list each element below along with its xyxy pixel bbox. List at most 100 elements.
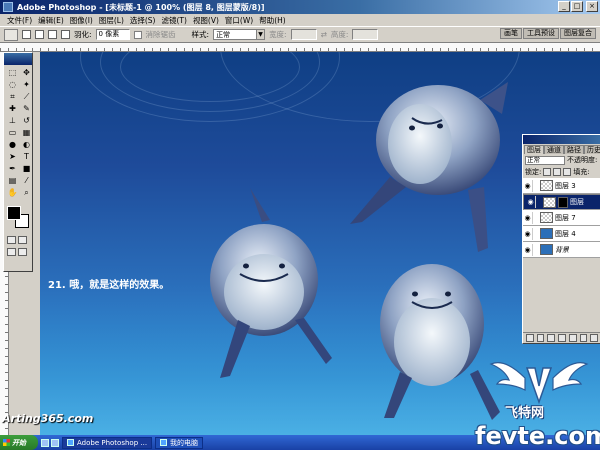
slice-tool-icon[interactable]: ⟋ bbox=[20, 91, 33, 102]
eye-icon[interactable]: ◉ bbox=[523, 214, 532, 222]
layer-name: 图层 7 bbox=[555, 213, 576, 222]
new-selection-icon[interactable] bbox=[22, 30, 31, 39]
standard-mode-icon[interactable] bbox=[7, 236, 16, 244]
eye-icon[interactable]: ◉ bbox=[526, 198, 535, 206]
type-tool-icon[interactable]: T bbox=[20, 151, 33, 162]
style-label: 样式: bbox=[191, 30, 210, 39]
path-selection-tool-icon[interactable]: ➤ bbox=[6, 151, 19, 162]
tab-history[interactable]: 历史记录 bbox=[584, 145, 600, 154]
layer-thumbnail bbox=[540, 180, 553, 191]
swap-icon[interactable]: ⇄ bbox=[321, 30, 327, 39]
layer-row[interactable]: ◉ 图层 3 bbox=[523, 178, 600, 194]
adjustment-layer-icon[interactable] bbox=[568, 334, 577, 342]
fevte-watermark: 飞特网 fevte.com bbox=[475, 350, 600, 450]
foreground-color-swatch[interactable] bbox=[7, 206, 21, 220]
menu-window[interactable]: 窗口(W) bbox=[222, 15, 256, 26]
shape-tool-icon[interactable]: ■ bbox=[20, 163, 33, 174]
eyedropper-tool-icon[interactable]: ⁄ bbox=[20, 175, 33, 186]
color-swatches bbox=[6, 204, 30, 234]
taskbar-item-my-computer[interactable]: 我的电脑 bbox=[155, 436, 204, 449]
layer-row[interactable]: ◉ 图层 7 bbox=[523, 210, 600, 226]
minimize-button[interactable]: _ bbox=[558, 1, 570, 12]
blur-tool-icon[interactable]: ● bbox=[6, 139, 19, 150]
intersect-selection-icon[interactable] bbox=[61, 30, 70, 39]
feather-input[interactable]: 0 像素 bbox=[95, 29, 130, 40]
standard-screen-icon[interactable] bbox=[7, 248, 16, 256]
tutorial-caption: 21. 哦，就是这样的效果。 bbox=[48, 280, 170, 291]
layer-row-selected[interactable]: ◉ 图层 bbox=[523, 194, 600, 210]
menu-image[interactable]: 图像(I) bbox=[67, 15, 96, 26]
pen-tool-icon[interactable]: ✒ bbox=[6, 163, 19, 174]
menu-help[interactable]: 帮助(H) bbox=[256, 15, 289, 26]
clone-stamp-tool-icon[interactable]: ⊥ bbox=[6, 115, 19, 126]
layer-mask-thumbnail[interactable] bbox=[558, 196, 568, 208]
menu-file[interactable]: 文件(F) bbox=[4, 15, 35, 26]
layer-style-icon[interactable] bbox=[536, 334, 545, 342]
blend-mode-select[interactable]: 正常 bbox=[525, 155, 565, 165]
tab-brushes[interactable]: 画笔 bbox=[500, 28, 522, 39]
hand-tool-icon[interactable]: ✋ bbox=[6, 187, 19, 198]
quick-mask-mode-icon[interactable] bbox=[18, 236, 27, 244]
menu-select[interactable]: 选择(S) bbox=[127, 15, 159, 26]
layer-name: 图层 bbox=[570, 198, 584, 206]
eye-icon[interactable]: ◉ bbox=[523, 230, 532, 238]
zoom-tool-icon[interactable]: ⌕ bbox=[20, 187, 33, 198]
menu-view[interactable]: 视图(V) bbox=[190, 15, 222, 26]
gradient-tool-icon[interactable]: ▦ bbox=[20, 127, 33, 138]
menu-layer[interactable]: 图层(L) bbox=[96, 15, 127, 26]
menu-edit[interactable]: 编辑(E) bbox=[35, 15, 67, 26]
layers-panel-footer bbox=[523, 332, 600, 343]
eraser-tool-icon[interactable]: ▭ bbox=[6, 127, 19, 138]
brush-tool-icon[interactable]: ✎ bbox=[20, 103, 33, 114]
layer-row[interactable]: ◉ 图层 4 bbox=[523, 226, 600, 242]
layer-thumbnail bbox=[540, 228, 553, 239]
antialias-checkbox[interactable] bbox=[133, 30, 142, 39]
tab-channels[interactable]: 通道 bbox=[544, 145, 564, 154]
maximize-button[interactable]: □ bbox=[571, 1, 583, 12]
height-input[interactable] bbox=[352, 29, 379, 40]
lock-transparency-icon[interactable] bbox=[543, 168, 552, 176]
new-layer-icon[interactable] bbox=[579, 334, 588, 342]
start-button[interactable]: 开始 bbox=[0, 435, 38, 450]
lock-position-icon[interactable] bbox=[563, 168, 572, 176]
close-button[interactable]: × bbox=[586, 1, 598, 12]
taskbar-item-photoshop[interactable]: Adobe Photoshop ... bbox=[62, 436, 153, 449]
toolbox: ⬚ ✥ ◌ ✦ ⌗ ⟋ ✚ ✎ ⊥ ↺ ▭ ▦ ● ◐ ➤ T ✒ ■ ▤ ⁄ … bbox=[3, 52, 33, 272]
healing-brush-tool-icon[interactable]: ✚ bbox=[6, 103, 19, 114]
eye-icon[interactable]: ◉ bbox=[523, 246, 532, 254]
photoshop-icon bbox=[67, 439, 74, 446]
width-input[interactable] bbox=[290, 29, 317, 40]
tab-layer-comps[interactable]: 图层复合 bbox=[560, 28, 596, 39]
dodge-tool-icon[interactable]: ◐ bbox=[20, 139, 33, 150]
menu-filter[interactable]: 滤镜(T) bbox=[159, 15, 190, 26]
move-tool-icon[interactable]: ✥ bbox=[20, 67, 33, 78]
tab-paths[interactable]: 路径 bbox=[564, 145, 584, 154]
tool-preset-picker[interactable] bbox=[4, 28, 18, 41]
style-select[interactable]: 正常 ▼ bbox=[213, 29, 266, 40]
add-selection-icon[interactable] bbox=[35, 30, 44, 39]
subtract-selection-icon[interactable] bbox=[48, 30, 57, 39]
taskbar-item-label: 我的电脑 bbox=[170, 438, 199, 447]
link-layers-icon[interactable] bbox=[526, 334, 534, 342]
tab-layers[interactable]: 图层 bbox=[524, 145, 544, 154]
trash-icon[interactable] bbox=[590, 334, 599, 342]
magic-wand-tool-icon[interactable]: ✦ bbox=[20, 79, 33, 90]
history-brush-tool-icon[interactable]: ↺ bbox=[20, 115, 33, 126]
style-value: 正常 bbox=[216, 30, 231, 39]
lasso-tool-icon[interactable]: ◌ bbox=[6, 79, 19, 90]
fill-label: 填充: bbox=[573, 168, 590, 176]
full-screen-icon[interactable] bbox=[18, 248, 27, 256]
layers-panel-tabs: 图层 通道 路径 历史记录 bbox=[523, 144, 600, 154]
notes-tool-icon[interactable]: ▤ bbox=[6, 175, 19, 186]
feather-label: 羽化: bbox=[74, 30, 92, 39]
tab-tool-presets[interactable]: 工具预设 bbox=[523, 28, 559, 39]
new-group-icon[interactable] bbox=[558, 334, 566, 342]
lock-pixels-icon[interactable] bbox=[553, 168, 562, 176]
marquee-tool-icon[interactable]: ⬚ bbox=[6, 67, 19, 78]
desktop-icon[interactable] bbox=[51, 438, 59, 447]
add-mask-icon[interactable] bbox=[547, 334, 556, 342]
browser-icon[interactable] bbox=[41, 438, 49, 447]
layer-row[interactable]: ◉ 背景 bbox=[523, 242, 600, 258]
crop-tool-icon[interactable]: ⌗ bbox=[6, 91, 19, 102]
eye-icon[interactable]: ◉ bbox=[523, 182, 532, 190]
